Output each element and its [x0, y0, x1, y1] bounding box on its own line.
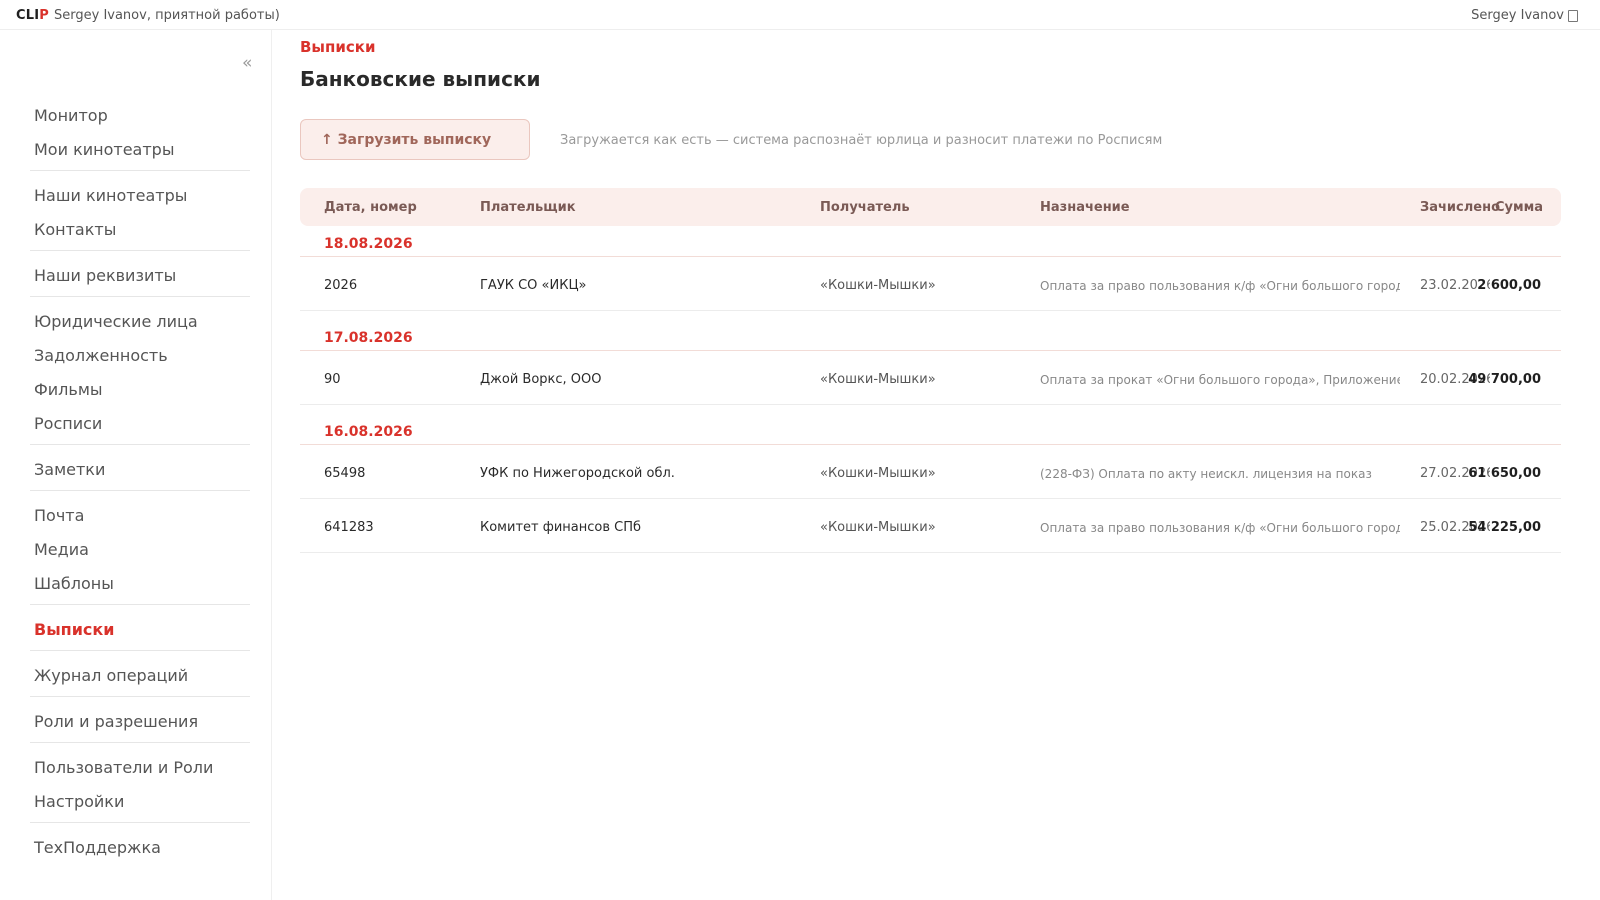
brand-accent-text: P	[39, 8, 49, 23]
row-divider	[300, 552, 1561, 553]
user-menu-icon	[1568, 9, 1578, 22]
cell-payer: ГАУК СО «ИКЦ»	[480, 278, 587, 293]
column-header-purpose[interactable]: Назначение	[1040, 200, 1130, 215]
cell-payer: Джой Воркс, ООО	[480, 372, 602, 387]
sidebar-divider	[30, 742, 250, 743]
sidebar-divider	[30, 650, 250, 651]
user-name: Sergey Ivanov	[1471, 8, 1564, 23]
row-divider	[300, 498, 1561, 499]
sidebar-item-templates[interactable]: Шаблоны	[34, 574, 114, 594]
top-bar: CLIP Sergey Ivanov, приятной работы) Ser…	[0, 0, 1600, 30]
table-header: Дата, номер Плательщик Получатель Назнач…	[300, 188, 1561, 226]
sidebar-divider	[30, 250, 250, 251]
upload-statement-button[interactable]: ↑ Загрузить выписку	[300, 119, 530, 160]
cell-amount: 61 650,00	[1468, 466, 1541, 481]
cell-payer: Комитет финансов СПб	[480, 520, 642, 535]
sidebar-item-schedules[interactable]: Росписи	[34, 414, 102, 434]
row-divider	[300, 310, 1561, 311]
date-group-heading: 18.08.2026	[324, 236, 413, 252]
column-header-recipient[interactable]: Получатель	[820, 200, 910, 215]
sidebar-item-debt[interactable]: Задолженность	[34, 346, 168, 366]
user-menu[interactable]: Sergey Ivanov	[1471, 8, 1578, 23]
sidebar-divider	[30, 444, 250, 445]
cell-amount: 2 600,00	[1477, 278, 1541, 293]
group-divider	[300, 256, 1561, 257]
column-header-payer[interactable]: Плательщик	[480, 200, 576, 215]
sidebar-divider	[30, 604, 250, 605]
sidebar-item-my-cinemas[interactable]: Мои кинотеатры	[34, 140, 174, 160]
group-divider	[300, 444, 1561, 445]
sidebar-divider	[30, 822, 250, 823]
sidebar-item-media[interactable]: Медиа	[34, 540, 89, 560]
greeting-text: Sergey Ivanov, приятной работы)	[54, 8, 280, 23]
breadcrumb[interactable]: Выписки	[300, 38, 375, 56]
sidebar-item-our-cinemas[interactable]: Наши кинотеатры	[34, 186, 187, 206]
sidebar-divider	[30, 296, 250, 297]
cell-number: 2026	[324, 278, 358, 293]
brand-text: CLI	[16, 8, 40, 23]
date-group-heading: 17.08.2026	[324, 330, 413, 346]
sidebar-item-films[interactable]: Фильмы	[34, 380, 103, 400]
cell-amount: 54 225,00	[1468, 520, 1541, 535]
cell-number: 641283	[324, 520, 374, 535]
column-header-date-number[interactable]: Дата, номер	[324, 200, 417, 215]
sidebar-item-roles-permissions[interactable]: Роли и разрешения	[34, 712, 198, 732]
cell-purpose: (228-ФЗ) Оплата по акту неискл. лицензия…	[1040, 467, 1372, 481]
sidebar-item-contacts[interactable]: Контакты	[34, 220, 116, 240]
sidebar-item-statements[interactable]: Выписки	[34, 620, 114, 640]
cell-recipient: «Кошки-Мышки»	[820, 372, 936, 387]
column-header-credited[interactable]: Зачислено	[1420, 200, 1500, 215]
sidebar-item-settings[interactable]: Настройки	[34, 792, 124, 812]
sidebar-item-operations-log[interactable]: Журнал операций	[34, 666, 188, 686]
page-title: Банковские выписки	[300, 67, 541, 91]
sidebar: « Монитор Мои кинотеатры Наши кинотеатры…	[0, 30, 272, 900]
brand-logo[interactable]: CLIP	[16, 8, 49, 23]
column-header-amount[interactable]: Сумма	[1495, 200, 1543, 215]
cell-number: 65498	[324, 466, 366, 481]
row-divider	[300, 404, 1561, 405]
sidebar-item-notes[interactable]: Заметки	[34, 460, 105, 480]
sidebar-divider	[30, 170, 250, 171]
sidebar-divider	[30, 696, 250, 697]
cell-recipient: «Кошки-Мышки»	[820, 466, 936, 481]
cell-payer: УФК по Нижегородской обл.	[480, 466, 675, 481]
cell-purpose: Оплата за право пользования к/ф «Огни бо…	[1040, 521, 1400, 535]
cell-purpose: Оплата за право пользования к/ф «Огни бо…	[1040, 279, 1400, 293]
group-divider	[300, 350, 1561, 351]
cell-purpose: Оплата за прокат «Огни большого города»,…	[1040, 373, 1400, 387]
cell-recipient: «Кошки-Мышки»	[820, 520, 936, 535]
sidebar-item-legal-entities[interactable]: Юридические лица	[34, 312, 198, 332]
collapse-sidebar-icon[interactable]: «	[242, 53, 252, 73]
cell-number: 90	[324, 372, 341, 387]
sidebar-item-our-details[interactable]: Наши реквизиты	[34, 266, 176, 286]
sidebar-divider	[30, 490, 250, 491]
sidebar-item-monitor[interactable]: Монитор	[34, 106, 108, 126]
sidebar-item-users-roles[interactable]: Пользователи и Роли	[34, 758, 213, 778]
sidebar-item-mail[interactable]: Почта	[34, 506, 84, 526]
date-group-heading: 16.08.2026	[324, 424, 413, 440]
cell-amount: 49 700,00	[1468, 372, 1541, 387]
upload-hint-text: Загружается как есть — система распознаё…	[560, 133, 1163, 148]
sidebar-item-tech-support[interactable]: ТехПоддержка	[34, 838, 161, 858]
cell-recipient: «Кошки-Мышки»	[820, 278, 936, 293]
